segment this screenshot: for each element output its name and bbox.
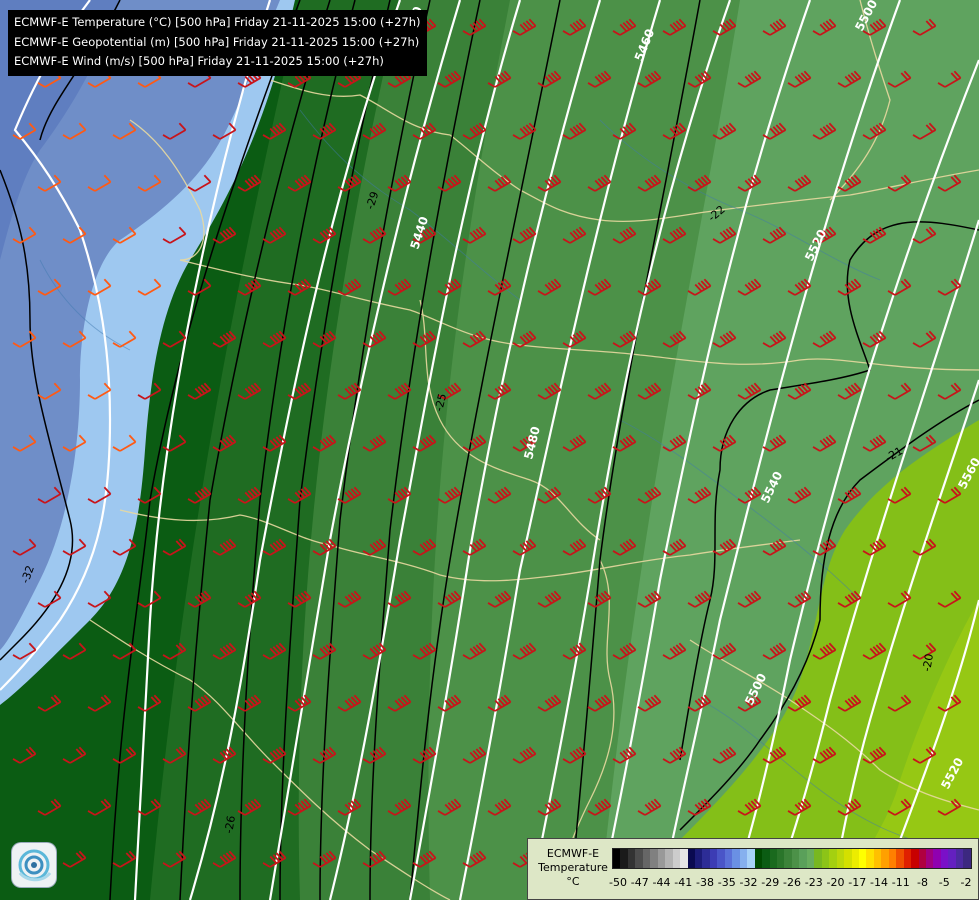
legend-color-swatch (911, 849, 919, 868)
legend-color-swatch (747, 849, 755, 868)
legend-color-swatch (680, 849, 688, 868)
legend-color-swatch (866, 849, 874, 868)
legend-color-swatch (873, 849, 882, 868)
legend-color-swatch (940, 849, 949, 868)
legend-color-swatch (926, 849, 934, 868)
legend-color-swatch (896, 849, 904, 868)
legend-color-swatch (665, 849, 673, 868)
legend-color-bar (612, 848, 972, 869)
legend-color-swatch (635, 849, 643, 868)
legend-color-swatch (858, 849, 867, 868)
legend-color-swatch (903, 849, 912, 868)
legend-color-swatch (784, 849, 792, 868)
legend-title-line: Temperature (538, 861, 608, 874)
legend-color-swatch (888, 849, 897, 868)
legend-color-swatch (613, 849, 621, 868)
legend-color-swatch (844, 849, 852, 868)
legend-color-swatch (948, 849, 956, 868)
legend-tick-label: -2 (960, 876, 972, 889)
legend-color-swatch (918, 849, 927, 868)
legend-color-swatch (702, 849, 710, 868)
legend-color-swatch (851, 849, 859, 868)
legend-color-swatch (717, 849, 725, 868)
legend-tick-label: -11 (891, 876, 910, 889)
legend-color-swatch (881, 849, 889, 868)
legend-color-swatch (776, 849, 785, 868)
legend-color-swatch (687, 849, 695, 868)
legend-color-swatch (955, 849, 964, 868)
legend-tick-label: -17 (848, 876, 867, 889)
legend-tick-label: -44 (652, 876, 671, 889)
legend-color-swatch (694, 849, 703, 868)
legend-color-swatch (657, 849, 666, 868)
title-wind: ECMWF-E Wind (m/s) [500 hPa] Friday 21-1… (14, 54, 384, 68)
legend-tick-label: -47 (630, 876, 649, 889)
legend-color-swatch (963, 849, 971, 868)
legend-tick-label: -50 (609, 876, 627, 889)
legend-color-swatch (724, 849, 733, 868)
temperature-legend: ECMWF-E Temperature °C -50 -47 -44 -41 -38 -3… (527, 838, 979, 900)
title-geopotential: ECMWF-E Geopotential (m) [500 hPa] Frida… (14, 34, 420, 49)
legend-color-swatch (821, 849, 830, 868)
weather-map: 5420 5440 5460 5480 5500 5520 5540 5560 … (0, 0, 979, 900)
legend-tick-label: -29 (761, 876, 780, 889)
legend-tick-label: -32 (739, 876, 758, 889)
legend-tick-label: -14 (870, 876, 888, 889)
legend-color-swatch (806, 849, 815, 868)
legend-color-swatch (642, 849, 651, 868)
legend-color-swatch (709, 849, 718, 868)
legend-tick-label: -8 (917, 876, 928, 889)
legend-tick-label: -5 (938, 876, 950, 889)
legend-color-swatch (791, 849, 800, 868)
legend-tick-label: -26 (783, 876, 801, 889)
legend-tick-label: -35 (717, 876, 736, 889)
legend-color-swatch (762, 849, 770, 868)
legend-tick-label: -38 (696, 876, 714, 889)
legend-title: ECMWF-E Temperature °C (534, 847, 612, 889)
legend-tick-label: -23 (804, 876, 823, 889)
legend-tick-label: -20 (826, 876, 845, 889)
legend-color-swatch (769, 849, 777, 868)
legend-ticks: -50 -47 -44 -41 -38 -35 -32 -29 -26 -23 -20 -17 -14-… (606, 876, 978, 892)
legend-color-swatch (620, 849, 628, 868)
provider-logo-icon[interactable] (12, 843, 56, 887)
legend-color-swatch (829, 849, 837, 868)
legend-tick-label: -41 (674, 876, 693, 889)
title-temperature: ECMWF-E Temperature (°C) [500 hPa] Frida… (14, 15, 421, 29)
legend-color-swatch (650, 849, 658, 868)
legend-title-line: ECMWF-E (546, 847, 600, 860)
legend-color-swatch (732, 849, 740, 868)
legend-color-swatch (754, 849, 763, 868)
legend-color-swatch (814, 849, 822, 868)
legend-title-line: °C (566, 875, 580, 888)
legend-color-swatch (672, 849, 681, 868)
map-title-box: ECMWF-E Temperature (°C) [500 hPa] Frida… (8, 10, 427, 76)
legend-color-swatch (739, 849, 748, 868)
legend-color-swatch (836, 849, 845, 868)
legend-color-swatch (933, 849, 941, 868)
swirl-icon (18, 849, 52, 882)
legend-color-swatch (627, 849, 636, 868)
legend-color-swatch (799, 849, 807, 868)
